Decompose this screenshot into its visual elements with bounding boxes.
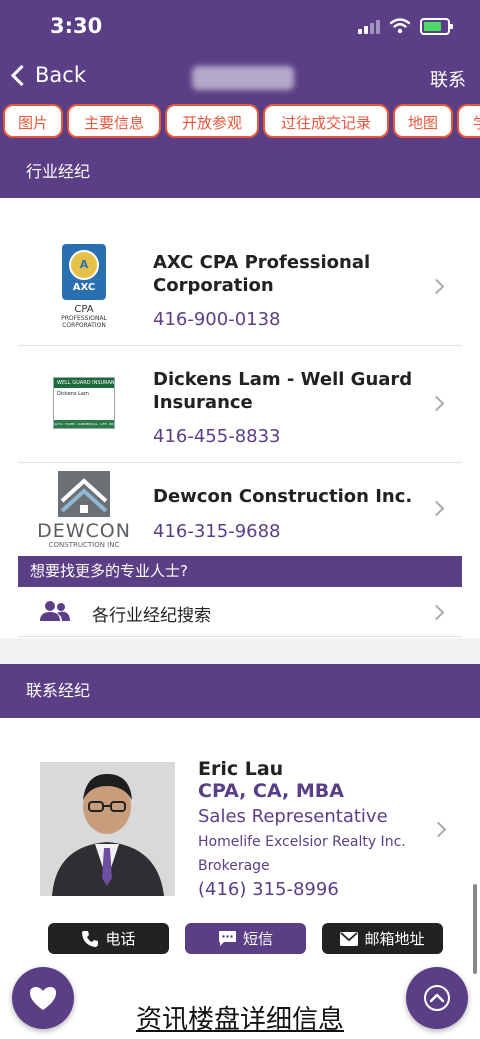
more-pros-banner: 想要找更多的专业人士? — [18, 556, 462, 587]
axc-badge-text: AXC — [72, 281, 96, 293]
pros-section-header: 行业经纪 — [0, 146, 480, 198]
pro-search-label: 各行业经纪搜索 — [92, 606, 211, 626]
agent-photo — [40, 762, 175, 896]
axc-logo-sub1: CPA — [74, 303, 94, 315]
axc-logo: A AXC CPA PROFESSIONAL CORPORATION — [42, 239, 126, 333]
dewcon-logo-line1: DEWCON — [37, 520, 131, 542]
pro-name: Dickens Lam - Well Guard Insurance — [153, 369, 413, 413]
phone-icon — [82, 930, 99, 947]
pro-row-wellguard[interactable]: WELL GUARD INSURANCE Dickens Lam AUTO · … — [18, 346, 462, 463]
sms-button[interactable]: 短信 — [185, 923, 306, 954]
dewcon-logo-line2: CONSTRUCTION INC — [48, 541, 120, 549]
tab-bar: 图片 主要信息 开放参观 过往成交记录 地图 学 — [0, 104, 480, 142]
email-label: 邮箱地址 — [364, 930, 425, 948]
call-button[interactable]: 电话 — [48, 923, 169, 954]
chevron-right-icon — [430, 821, 447, 838]
pro-name: AXC CPA Professional Corporation — [153, 252, 371, 296]
axc-logo-sub2: PROFESSIONAL — [61, 314, 107, 322]
chevron-right-icon — [428, 278, 445, 295]
cellular-signal-icon — [358, 18, 380, 34]
house-logo-icon — [57, 471, 110, 517]
pro-row-axc[interactable]: A AXC CPA PROFESSIONAL CORPORATION AXC C… — [18, 229, 462, 346]
sms-label: 短信 — [242, 930, 273, 948]
call-label: 电话 — [105, 930, 136, 948]
tab-open-house[interactable]: 开放参观 — [165, 104, 259, 138]
agent-section-header: 联系经纪 — [0, 664, 480, 718]
section-title: 联系经纪 — [26, 681, 91, 700]
contact-button[interactable]: 联系 — [430, 66, 466, 92]
favorite-button[interactable] — [12, 967, 74, 1029]
pro-row-dewcon[interactable]: DEWCON CONSTRUCTION INC Dewcon Construct… — [18, 463, 462, 556]
tab-school[interactable]: 学 — [457, 104, 480, 138]
status-icons — [358, 16, 453, 36]
scrollbar[interactable] — [473, 884, 477, 974]
back-button[interactable]: Back — [8, 63, 86, 87]
agent-credentials: CPA, CA, MBA — [198, 780, 344, 802]
agent-role: Sales Representative — [198, 806, 388, 827]
agent-name: Eric Lau — [198, 758, 284, 780]
tab-map[interactable]: 地图 — [393, 104, 453, 138]
pro-name: Dewcon Construction Inc. — [153, 486, 413, 507]
heart-icon — [30, 986, 56, 1010]
agent-phone[interactable]: (416) 315-8996 — [198, 879, 339, 900]
pro-phone[interactable]: 416-315-9688 — [153, 521, 281, 542]
pro-phone[interactable]: 416-900-0138 — [153, 309, 281, 330]
chat-bubble-icon — [218, 931, 236, 946]
wifi-icon — [390, 18, 410, 34]
chevron-right-icon — [428, 395, 445, 412]
wellguard-logo-line3: AUTO · HOME · COMMERCIAL · LIFE · RRSP — [54, 420, 114, 428]
section-divider — [0, 638, 480, 664]
agent-portrait — [40, 762, 175, 896]
chevron-right-icon — [428, 604, 445, 621]
agent-company: Homelife Excelsior Realty Inc. — [198, 834, 406, 850]
pro-search-row[interactable]: 各行业经纪搜索 — [18, 588, 462, 637]
envelope-icon — [340, 931, 359, 946]
tab-photos[interactable]: 图片 — [3, 104, 63, 138]
blurred-title — [192, 66, 294, 90]
tab-main-info[interactable]: 主要信息 — [67, 104, 161, 138]
wellguard-logo-line1: WELL GUARD INSURANCE — [54, 378, 114, 388]
more-pros-text: 想要找更多的专业人士? — [30, 562, 188, 580]
chevron-left-icon — [10, 64, 33, 86]
axc-logo-sub3: CORPORATION — [62, 321, 106, 329]
email-button[interactable]: 邮箱地址 — [322, 923, 443, 954]
status-time: 3:30 — [50, 14, 103, 38]
wellguard-logo-line2: Dickens Lam — [57, 391, 89, 397]
battery-icon — [420, 17, 453, 35]
agent-brokerage: Brokerage — [198, 858, 270, 874]
dewcon-logo: DEWCON CONSTRUCTION INC — [34, 467, 134, 553]
people-icon — [40, 601, 70, 621]
wellguard-logo: WELL GUARD INSURANCE Dickens Lam AUTO · … — [42, 356, 126, 450]
chevron-up-circle-icon — [424, 985, 450, 1011]
scroll-top-button[interactable] — [406, 967, 468, 1029]
chevron-right-icon — [428, 500, 445, 517]
tab-sold-history[interactable]: 过往成交记录 — [263, 104, 389, 138]
section-title: 行业经纪 — [26, 162, 91, 181]
back-label: Back — [35, 63, 86, 87]
pro-phone[interactable]: 416-455-8833 — [153, 426, 281, 447]
